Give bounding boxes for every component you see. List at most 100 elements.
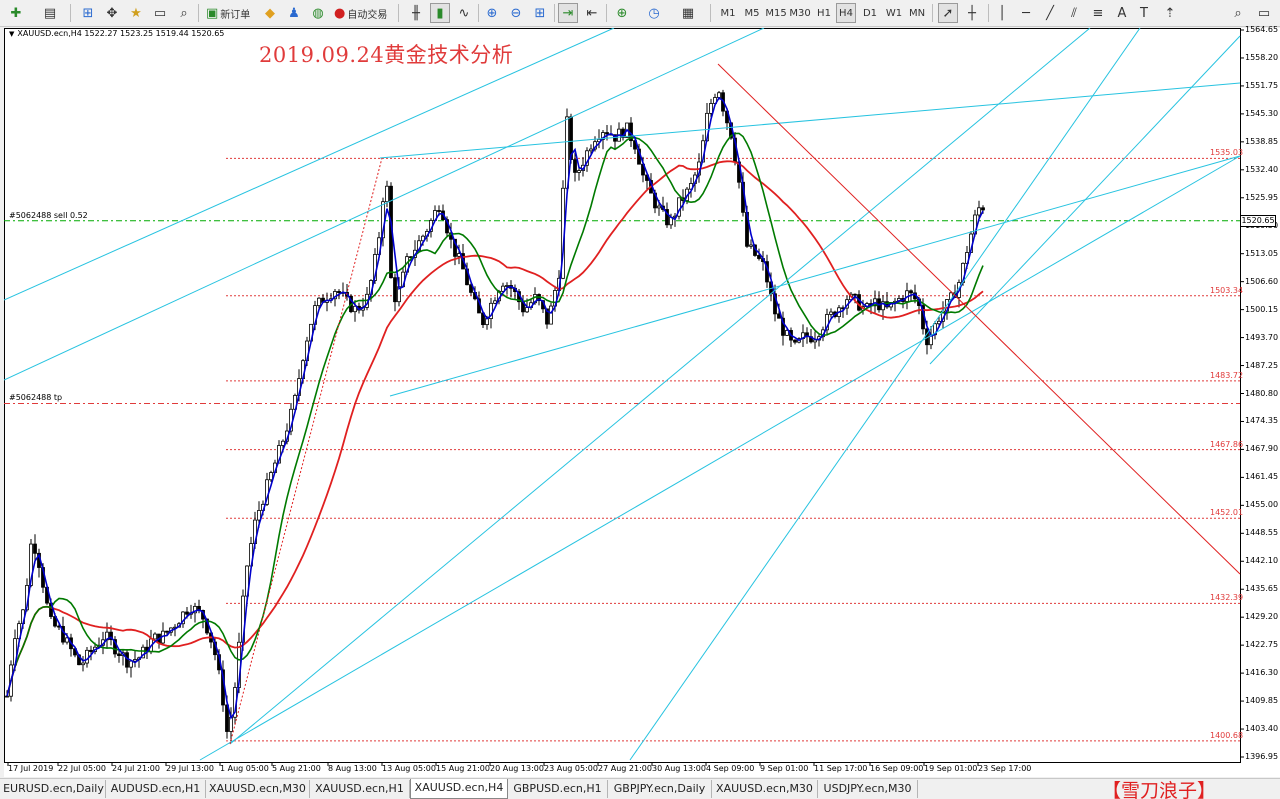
periods-icon[interactable]: ◷ [644,3,664,23]
zoom-in-icon[interactable]: ⊕ [482,3,502,23]
timeframe-mn[interactable]: MN [906,3,928,23]
chat-icon[interactable]: ▭ [1254,3,1274,23]
fibonacci-icon[interactable]: ≡ [1088,3,1108,23]
navigator-icon[interactable]: ★ [126,3,146,23]
time-tick-label: 19 Sep 01:00 [924,764,978,773]
chart-tab[interactable]: AUDUSD.ecn,H1 [106,780,206,798]
auto-trading-button[interactable]: ● 自动交易 [332,3,389,23]
chart-tabs: EURUSD.ecn,Daily AUDUSD.ecn,H1 XAUUSD.ecn,… [0,778,1280,799]
horizontal-line-icon[interactable]: ─ [1016,3,1036,23]
candle-body [89,649,93,652]
indicators-icon[interactable]: ⊕ [612,3,632,23]
trendline-down [717,63,1241,575]
moving-average-slow [6,160,984,697]
candle-body [605,132,609,135]
candle-body [317,297,321,307]
cursor-icon[interactable]: ➚ [938,3,958,23]
candle-body [129,660,133,668]
candle-body [125,652,129,668]
timeframe-w1[interactable]: W1 [884,3,904,23]
candlestick-icon[interactable]: ▮ [430,3,450,23]
candle-body [5,695,9,698]
level-label: 1503.34 [1210,285,1244,295]
timeframe-h4[interactable]: H4 [836,3,856,23]
price-chart[interactable]: ▼ XAUUSD.ecn,H4 1522.27 1523.25 1519.44 1… [4,25,1280,777]
time-tick-label: 5 Aug 21:00 [272,764,321,773]
level-label: 1452.01 [1210,508,1244,518]
chart-shift-icon[interactable]: ⇤ [582,3,602,23]
order-label: #5062488 sell 0.52 [9,210,88,220]
zoom-out-icon[interactable]: ⊖ [506,3,526,23]
candle-body [229,716,233,732]
arrows-icon[interactable]: ⇡ [1160,3,1180,23]
trendline [379,82,1241,159]
current-price-tag: 1520.65 [1240,214,1276,227]
profiles-icon[interactable]: ▤ [40,3,60,23]
candle-body [85,649,89,664]
rally-line [229,157,383,745]
candle-body [437,210,441,212]
chart-tab[interactable]: GBPJPY.ecn,Daily [608,780,712,798]
candle-body [657,205,661,209]
chart-tab[interactable]: XAUUSD.ecn,M30 [712,780,818,798]
timeframe-m30[interactable]: M30 [788,3,812,23]
trendline [389,155,1241,397]
candle-body [117,653,121,657]
timeframe-m5[interactable]: M5 [742,3,762,23]
timeframe-d1[interactable]: D1 [860,3,880,23]
candle-body [829,311,833,315]
strategy-tester-icon[interactable]: ⌕ [174,3,194,23]
time-tick-label: 9 Sep 01:00 [760,764,809,773]
timeframe-m1[interactable]: M1 [718,3,738,23]
channel-icon[interactable]: ⫽ [1064,3,1084,23]
price-tick-label: 1448.55 [1245,528,1279,538]
symbol-info: ▼ XAUUSD.ecn,H4 1522.27 1523.25 1519.44 1… [9,29,225,38]
crosshair-icon[interactable]: ┼ [962,3,982,23]
terminal-icon[interactable]: ▭ [150,3,170,23]
price-tick-label: 1500.15 [1245,304,1279,314]
chart-tab[interactable]: EURUSD.ecn,Daily [2,780,106,798]
level-label: 1467.86 [1210,439,1244,449]
signals-icon[interactable]: ♟ [284,3,304,23]
templates-icon[interactable]: ▦ [678,3,698,23]
chart-tab[interactable]: XAUUSD.ecn,H1 [310,780,410,798]
terminal-window: ✚ ▤ ⊞ ✥ ★ ▭ ⌕ ▣ 新订单 ◆ ♟ ◍ ● 自动交易 ╫ ▮ ∿ ⊕ ⊖… [0,0,1280,799]
price-tick-label: 1396.95 [1245,752,1279,761]
timeframe-m15[interactable]: M15 [764,3,788,23]
chart-tab[interactable]: XAUUSD.ecn,H4 [410,779,508,799]
candle-body [81,662,85,666]
chart-canvas[interactable] [4,28,1280,777]
time-tick-label: 17 Jul 2019 [8,764,54,773]
new-chart-icon[interactable]: ✚ [6,3,26,23]
price-tick-label: 1538.85 [1245,136,1279,146]
trendline-icon[interactable]: ╱ [1040,3,1060,23]
chart-tab[interactable]: USDJPY.ecn,M30 [818,780,918,798]
text-tool-icon[interactable]: A [1112,3,1132,23]
text-label-icon[interactable]: T [1134,3,1154,23]
price-tick-label: 1467.90 [1245,444,1279,454]
chart-tab[interactable]: GBPUSD.ecn,H1 [508,780,608,798]
market-icon[interactable]: ◍ [308,3,328,23]
price-tick-label: 1480.80 [1245,388,1279,398]
candle-body [493,300,497,304]
chart-tab[interactable]: XAUUSD.ecn,M30 [206,780,310,798]
candle-body [717,92,721,98]
candle-body [153,633,157,640]
time-tick-label: 13 Aug 05:00 [382,764,436,773]
time-tick-label: 4 Sep 09:00 [706,764,755,773]
line-chart-icon[interactable]: ∿ [454,3,474,23]
bar-chart-icon[interactable]: ╫ [406,3,426,23]
metaeditor-icon[interactable]: ◆ [260,3,280,23]
market-watch-icon[interactable]: ⊞ [78,3,98,23]
vertical-line-icon[interactable]: │ [992,3,1012,23]
tile-windows-icon[interactable]: ⊞ [530,3,550,23]
new-order-button[interactable]: ▣ 新订单 [204,3,252,23]
timeframe-h1[interactable]: H1 [814,3,834,23]
candle-body [757,255,761,259]
time-tick-label: 27 Aug 21:00 [598,764,652,773]
trendline [929,35,1241,365]
data-window-icon[interactable]: ✥ [102,3,122,23]
time-tick-label: 15 Aug 21:00 [436,764,490,773]
auto-scroll-icon[interactable]: ⇥ [558,3,578,23]
search-icon[interactable]: ⌕ [1228,3,1248,23]
